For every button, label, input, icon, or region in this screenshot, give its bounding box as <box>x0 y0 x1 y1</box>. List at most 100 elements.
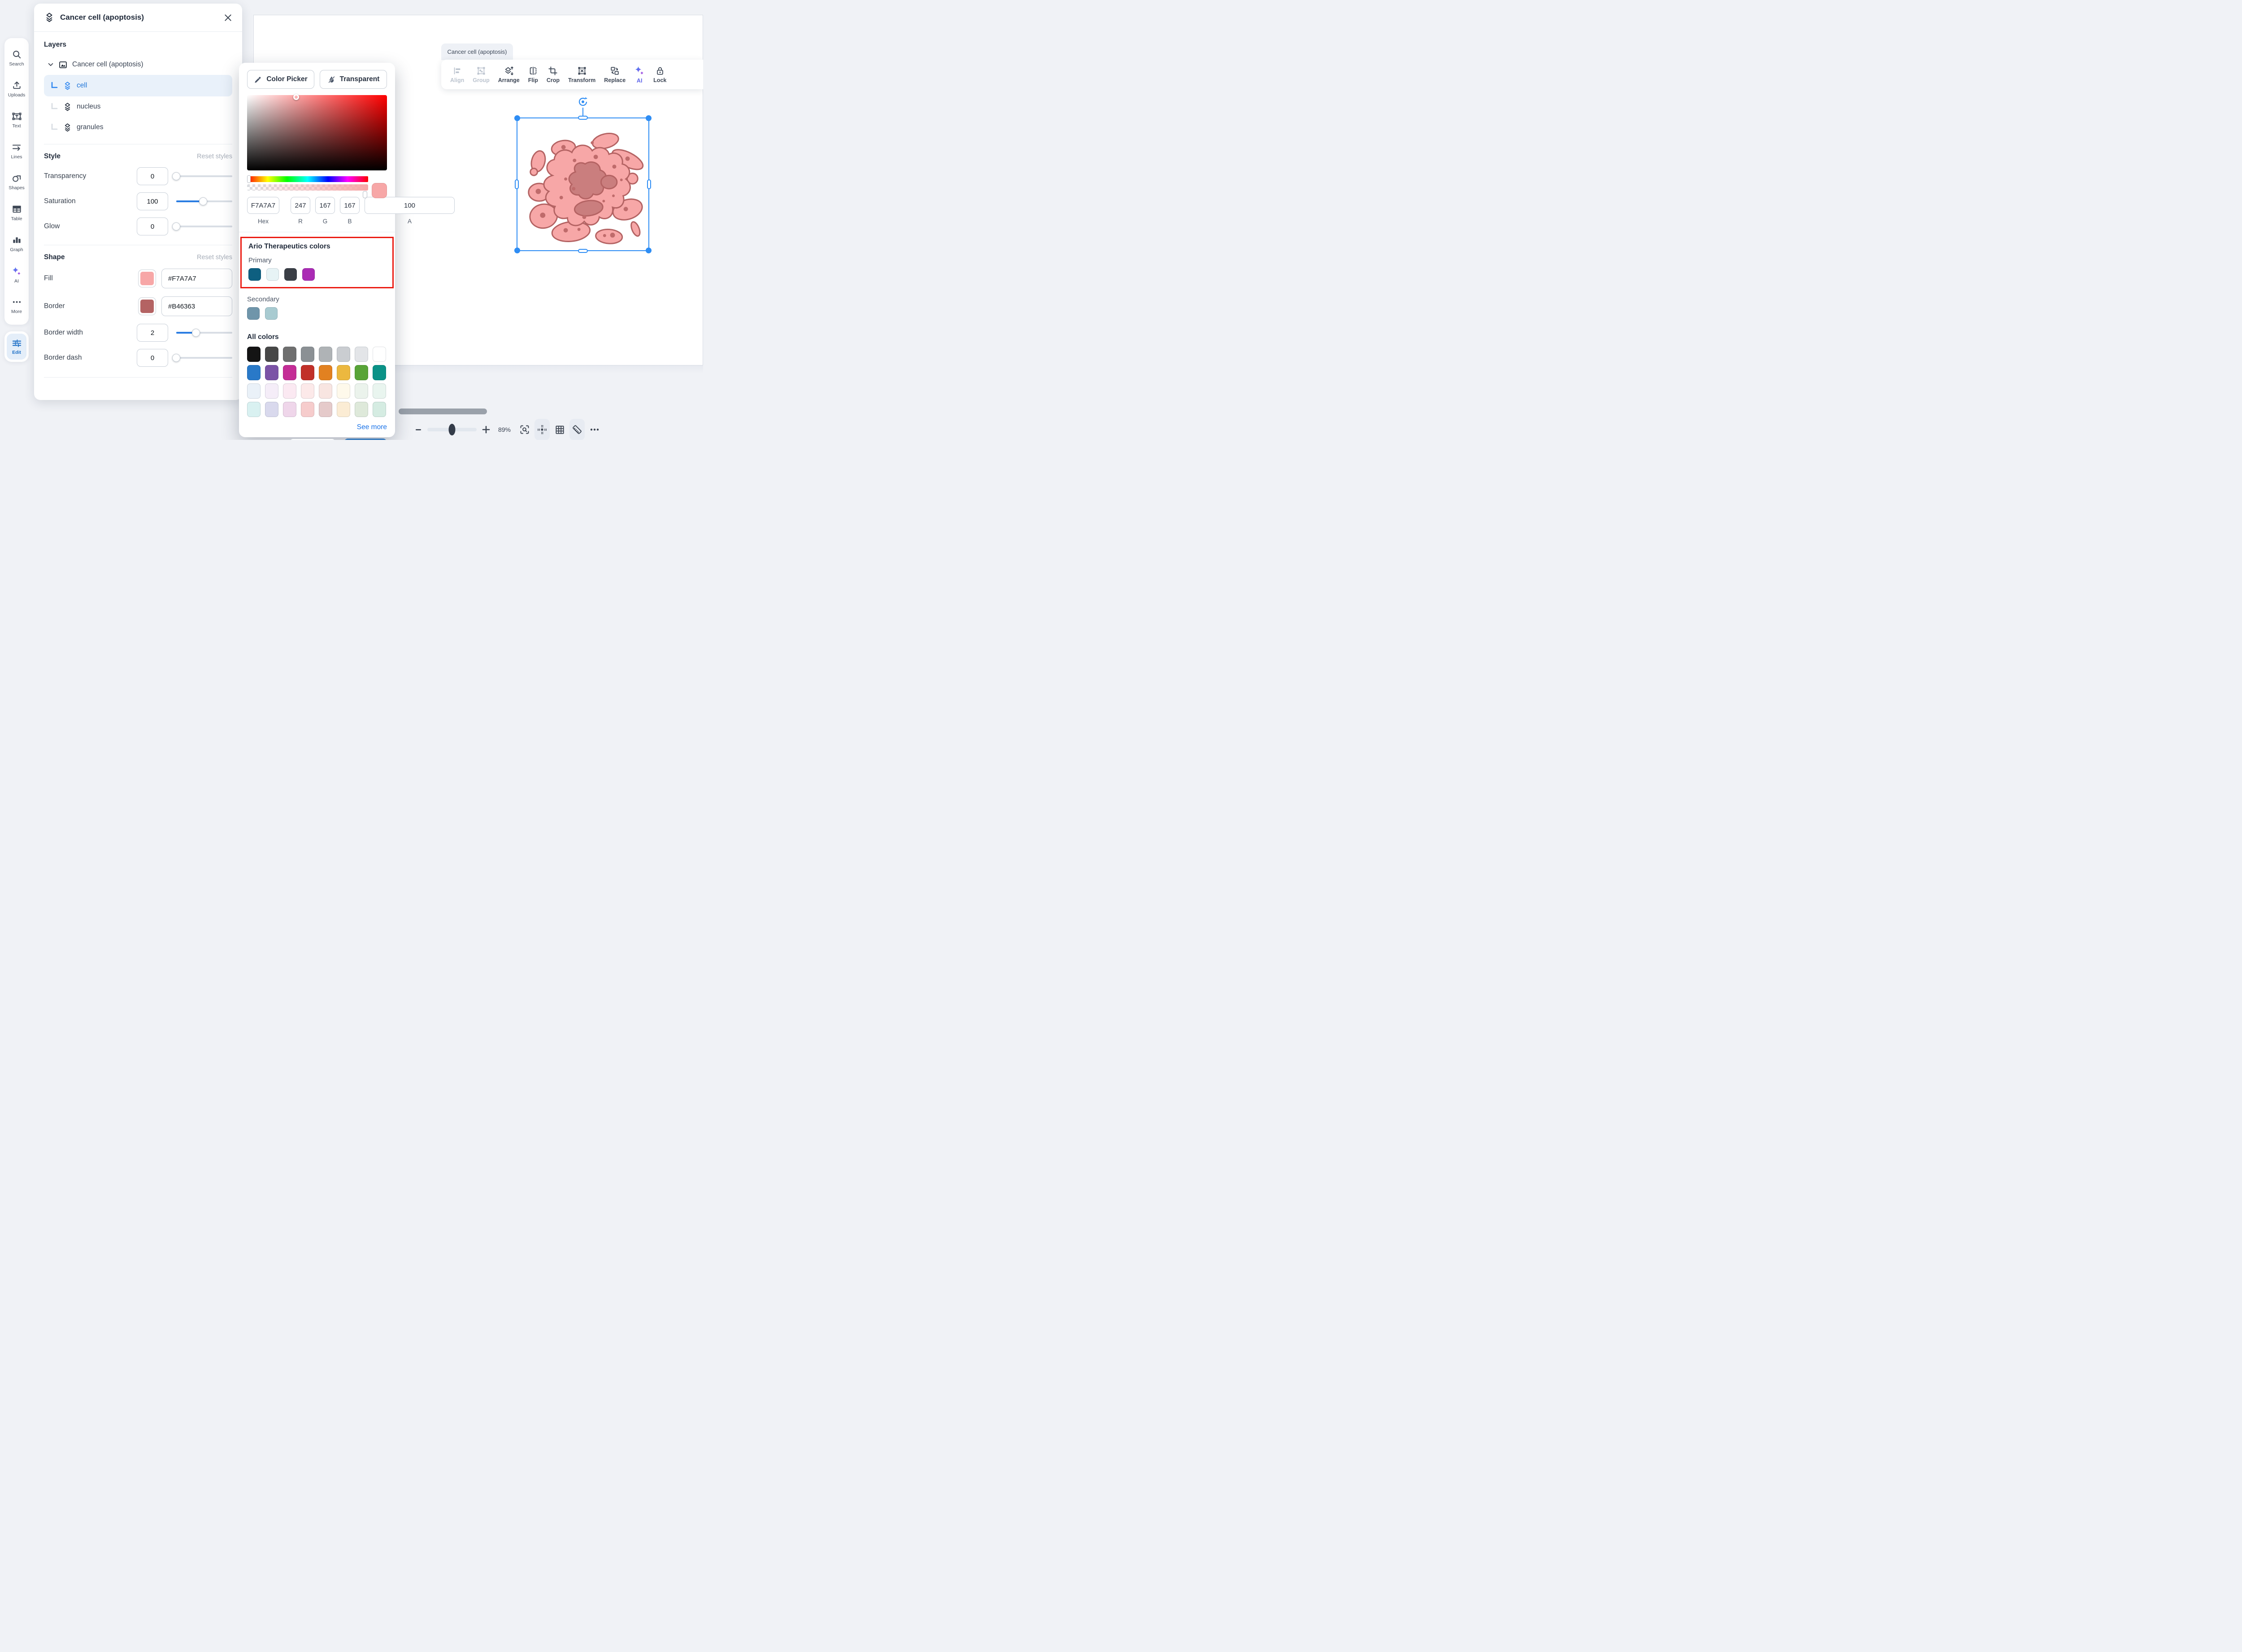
sidebar-item-more[interactable]: More <box>4 290 29 321</box>
color-swatch[interactable] <box>283 347 296 362</box>
toolbar-ai-button[interactable]: AI <box>630 64 648 86</box>
saturation-value-area[interactable] <box>247 94 387 170</box>
saturation-slider[interactable] <box>176 197 232 206</box>
replace-button[interactable]: Replace <box>600 64 629 85</box>
layer-row-nucleus[interactable]: nucleus <box>44 96 232 117</box>
fill-swatch-button[interactable] <box>138 270 156 287</box>
color-swatch[interactable] <box>247 383 261 399</box>
color-swatch[interactable] <box>319 383 332 399</box>
group-button[interactable]: Group <box>469 64 493 85</box>
flip-button[interactable]: Flip <box>525 64 542 85</box>
resize-handle-n[interactable] <box>578 116 588 120</box>
resize-handle-ne[interactable] <box>646 115 652 121</box>
sidebar-item-search[interactable]: Search <box>4 43 29 74</box>
color-swatch[interactable] <box>373 383 386 399</box>
grid-toggle-button[interactable] <box>552 419 567 440</box>
border-width-slider[interactable] <box>176 328 232 337</box>
color-swatch[interactable] <box>373 347 386 362</box>
hex-input[interactable] <box>247 197 279 214</box>
color-swatch[interactable] <box>283 383 296 399</box>
color-swatch[interactable] <box>265 307 278 320</box>
layer-row-root[interactable]: Cancer cell (apoptosis) <box>44 54 232 75</box>
sidebar-item-text[interactable]: Text <box>4 104 29 135</box>
sidebar-item-edit[interactable]: Edit <box>7 334 26 360</box>
a-input[interactable] <box>365 197 455 214</box>
color-swatch[interactable] <box>301 365 314 380</box>
sidebar-item-graph[interactable]: Graph <box>4 228 29 259</box>
resize-handle-sw[interactable] <box>514 248 520 253</box>
alpha-handle[interactable] <box>363 191 367 198</box>
zoom-in-button[interactable] <box>481 419 491 440</box>
border-width-input[interactable] <box>137 324 168 342</box>
b-input[interactable] <box>340 197 360 214</box>
color-swatch[interactable] <box>247 402 261 417</box>
color-swatch[interactable] <box>337 402 350 417</box>
saturation-input[interactable] <box>137 192 168 210</box>
color-swatch[interactable] <box>248 268 261 281</box>
color-swatch[interactable] <box>373 402 386 417</box>
close-icon[interactable] <box>224 13 232 22</box>
color-swatch[interactable] <box>301 347 314 362</box>
color-swatch[interactable] <box>337 347 350 362</box>
color-swatch[interactable] <box>247 307 260 320</box>
sidebar-item-lines[interactable]: Lines <box>4 135 29 166</box>
reset-styles-link[interactable]: Reset styles <box>197 254 232 261</box>
align-button[interactable]: Align <box>447 64 468 85</box>
color-swatch[interactable] <box>355 402 368 417</box>
selection-box[interactable] <box>514 97 652 253</box>
color-swatch[interactable] <box>301 402 314 417</box>
color-swatch[interactable] <box>284 268 297 281</box>
color-swatch[interactable] <box>319 347 332 362</box>
g-input[interactable] <box>315 197 335 214</box>
chevron-down-icon[interactable] <box>48 61 54 68</box>
lock-button[interactable]: Lock <box>650 64 670 85</box>
color-picker-button[interactable]: Color Picker <box>247 70 314 89</box>
color-swatch[interactable] <box>302 268 315 281</box>
more-options-button[interactable] <box>587 419 602 440</box>
color-swatch[interactable] <box>266 268 279 281</box>
fill-hex-input[interactable] <box>161 269 232 288</box>
color-swatch[interactable] <box>337 383 350 399</box>
sidebar-item-uploads[interactable]: Uploads <box>4 74 29 104</box>
color-swatch[interactable] <box>301 383 314 399</box>
hue-slider[interactable] <box>247 175 368 183</box>
transparency-input[interactable] <box>137 167 168 185</box>
resize-handle-w[interactable] <box>515 179 519 189</box>
color-swatch[interactable] <box>265 383 278 399</box>
arrange-button[interactable]: Arrange <box>495 64 523 85</box>
color-swatch[interactable] <box>265 347 278 362</box>
rotate-handle[interactable] <box>577 96 589 108</box>
zoom-level[interactable]: 89% <box>495 426 514 433</box>
resize-handle-e[interactable] <box>647 179 651 189</box>
color-swatch[interactable] <box>283 365 296 380</box>
color-swatch[interactable] <box>373 365 386 380</box>
color-swatch[interactable] <box>265 365 278 380</box>
color-swatch[interactable] <box>265 402 278 417</box>
color-swatch[interactable] <box>247 347 261 362</box>
layer-row-granules[interactable]: granules <box>44 117 232 138</box>
sidebar-item-ai[interactable]: AI <box>4 259 29 290</box>
sidebar-item-shapes[interactable]: Shapes <box>4 166 29 197</box>
zoom-out-button[interactable] <box>413 419 423 440</box>
horizontal-scrollbar[interactable] <box>399 409 487 414</box>
see-more-link[interactable]: See more <box>247 423 387 431</box>
zoom-slider[interactable] <box>427 424 477 435</box>
transparent-button[interactable]: Transparent <box>320 70 387 89</box>
hue-handle[interactable] <box>247 175 251 183</box>
resize-handle-s[interactable] <box>578 249 588 253</box>
transform-button[interactable]: Transform <box>565 64 599 85</box>
color-swatch[interactable] <box>355 383 368 399</box>
color-swatch[interactable] <box>355 347 368 362</box>
snap-to-center-button[interactable] <box>534 419 550 440</box>
color-swatch[interactable] <box>337 365 350 380</box>
reset-styles-link[interactable]: Reset styles <box>197 153 232 160</box>
color-swatch[interactable] <box>319 365 332 380</box>
layer-row-cell[interactable]: cell <box>44 75 232 96</box>
border-dash-input[interactable] <box>137 349 168 367</box>
glow-slider[interactable] <box>172 222 232 231</box>
color-swatch[interactable] <box>319 402 332 417</box>
color-swatch[interactable] <box>247 365 261 380</box>
alpha-slider[interactable] <box>247 184 368 191</box>
color-swatch[interactable] <box>283 402 296 417</box>
glow-input[interactable] <box>137 217 168 235</box>
